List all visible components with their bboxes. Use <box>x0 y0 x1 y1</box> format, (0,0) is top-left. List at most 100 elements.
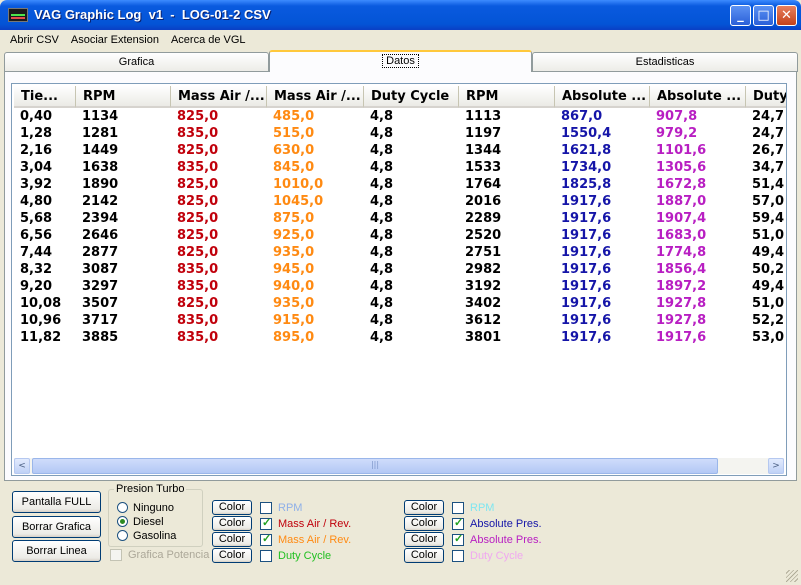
left-series-color-button-0[interactable]: Color <box>212 500 252 515</box>
table-cell[interactable]: 1101,6 <box>656 142 706 159</box>
table-cell[interactable]: 4,8 <box>370 261 393 278</box>
table-cell[interactable]: 825,0 <box>177 176 218 193</box>
table-cell[interactable]: 8,32 <box>20 261 52 278</box>
table-cell[interactable]: 1305,6 <box>656 159 706 176</box>
table-cell[interactable]: 1,28 <box>20 125 52 142</box>
table-cell[interactable]: 2289 <box>465 210 501 227</box>
table-cell[interactable]: 3507 <box>82 295 118 312</box>
left-series-checkbox-3[interactable] <box>260 550 272 562</box>
table-cell[interactable]: 50,2 <box>752 261 784 278</box>
table-cell[interactable]: 895,0 <box>273 329 314 346</box>
table-cell[interactable]: 979,2 <box>656 125 697 142</box>
right-series-color-button-2[interactable]: Color <box>404 532 444 547</box>
table-cell[interactable]: 3,92 <box>20 176 52 193</box>
table-cell[interactable]: 1134 <box>82 108 118 125</box>
table-cell[interactable]: 2877 <box>82 244 118 261</box>
right-series-color-button-0[interactable]: Color <box>404 500 444 515</box>
data-grid[interactable]: < ||| > Tie... RPM Mass Air /... Mass Air /… <box>11 83 787 476</box>
table-cell[interactable]: 4,8 <box>370 193 393 210</box>
table-cell[interactable]: 4,8 <box>370 125 393 142</box>
right-series-checkbox-3[interactable] <box>452 550 464 562</box>
table-cell[interactable]: 1927,8 <box>656 312 706 329</box>
table-cell[interactable]: 1917,6 <box>561 312 611 329</box>
table-cell[interactable]: 935,0 <box>273 244 314 261</box>
left-series-checkbox-1[interactable] <box>260 516 272 530</box>
table-cell[interactable]: 26,7 <box>752 142 784 159</box>
table-cell[interactable]: 907,8 <box>656 108 697 125</box>
right-series-toggle-2[interactable]: Absolute Pres. <box>452 532 542 547</box>
radio-diesel-circle[interactable] <box>117 516 128 527</box>
table-cell[interactable]: 4,8 <box>370 329 393 346</box>
table-cell[interactable]: 10,96 <box>20 312 61 329</box>
menu-asociar-extension[interactable]: Asociar Extension <box>71 34 159 46</box>
right-series-checkbox-0[interactable] <box>452 502 464 514</box>
column-header-absolute-2[interactable]: Absolute ... <box>650 86 746 108</box>
power-chart-checkbox-row[interactable]: Grafica Potencia <box>110 548 209 562</box>
table-cell[interactable]: 4,8 <box>370 142 393 159</box>
table-cell[interactable]: 835,0 <box>177 125 218 142</box>
table-cell[interactable]: 485,0 <box>273 108 314 125</box>
resize-grip[interactable] <box>786 570 798 582</box>
table-cell[interactable]: 1734,0 <box>561 159 611 176</box>
table-cell[interactable]: 1764 <box>465 176 501 193</box>
table-cell[interactable]: 7,44 <box>20 244 52 261</box>
left-series-color-button-2[interactable]: Color <box>212 532 252 547</box>
table-cell[interactable]: 1197 <box>465 125 501 142</box>
table-cell[interactable]: 0,40 <box>20 108 52 125</box>
table-cell[interactable]: 1917,6 <box>561 193 611 210</box>
table-cell[interactable]: 53,0 <box>752 329 784 346</box>
right-series-checkbox-2[interactable] <box>452 532 464 546</box>
table-cell[interactable]: 4,8 <box>370 210 393 227</box>
table-cell[interactable]: 34,7 <box>752 159 784 176</box>
table-cell[interactable]: 835,0 <box>177 261 218 278</box>
table-cell[interactable]: 3717 <box>82 312 118 329</box>
tab-estadisticas[interactable]: Estadisticas <box>532 52 798 72</box>
table-cell[interactable]: 5,68 <box>20 210 52 227</box>
table-cell[interactable]: 4,8 <box>370 295 393 312</box>
table-cell[interactable]: 1917,6 <box>561 295 611 312</box>
table-cell[interactable]: 1672,8 <box>656 176 706 193</box>
table-cell[interactable]: 3192 <box>465 278 501 295</box>
table-cell[interactable]: 1113 <box>465 108 501 125</box>
right-series-color-button-1[interactable]: Color <box>404 516 444 531</box>
table-cell[interactable]: 51,4 <box>752 176 784 193</box>
table-cell[interactable]: 2142 <box>82 193 118 210</box>
table-cell[interactable]: 1917,6 <box>561 244 611 261</box>
table-cell[interactable]: 1281 <box>82 125 118 142</box>
radio-gasolina-circle[interactable] <box>117 530 128 541</box>
table-cell[interactable]: 1533 <box>465 159 501 176</box>
left-series-checkbox-2[interactable] <box>260 532 272 546</box>
table-cell[interactable]: 2751 <box>465 244 501 261</box>
radio-gasolina[interactable]: Gasolina <box>117 529 176 542</box>
left-series-color-button-3[interactable]: Color <box>212 548 252 563</box>
table-cell[interactable]: 3885 <box>82 329 118 346</box>
table-cell[interactable]: 4,8 <box>370 278 393 295</box>
radio-ninguno-circle[interactable] <box>117 502 128 513</box>
table-cell[interactable]: 925,0 <box>273 227 314 244</box>
table-cell[interactable]: 1856,4 <box>656 261 706 278</box>
table-cell[interactable]: 1638 <box>82 159 118 176</box>
left-series-toggle-2[interactable]: Mass Air / Rev. <box>260 532 351 547</box>
table-cell[interactable]: 51,0 <box>752 227 784 244</box>
right-series-color-button-3[interactable]: Color <box>404 548 444 563</box>
column-header-duty-2[interactable]: Duty <box>746 86 786 108</box>
table-cell[interactable]: 51,0 <box>752 295 784 312</box>
table-cell[interactable]: 2982 <box>465 261 501 278</box>
table-cell[interactable]: 1887,0 <box>656 193 706 210</box>
column-header-duty-cycle[interactable]: Duty Cycle <box>364 86 459 108</box>
table-cell[interactable]: 835,0 <box>177 278 218 295</box>
column-header-tiempo[interactable]: Tie... <box>14 86 76 108</box>
column-header-rpm-2[interactable]: RPM <box>459 86 555 108</box>
scroll-left-button[interactable]: < <box>14 458 30 474</box>
table-cell[interactable]: 4,8 <box>370 227 393 244</box>
table-cell[interactable]: 11,82 <box>20 329 61 346</box>
table-cell[interactable]: 1550,4 <box>561 125 611 142</box>
table-cell[interactable]: 835,0 <box>177 329 218 346</box>
table-cell[interactable]: 835,0 <box>177 312 218 329</box>
table-cell[interactable]: 1917,6 <box>561 278 611 295</box>
table-cell[interactable]: 1917,6 <box>561 210 611 227</box>
left-series-toggle-0[interactable]: RPM <box>260 501 302 515</box>
table-cell[interactable]: 3087 <box>82 261 118 278</box>
tab-datos[interactable]: Datos <box>269 50 532 72</box>
table-cell[interactable]: 825,0 <box>177 193 218 210</box>
